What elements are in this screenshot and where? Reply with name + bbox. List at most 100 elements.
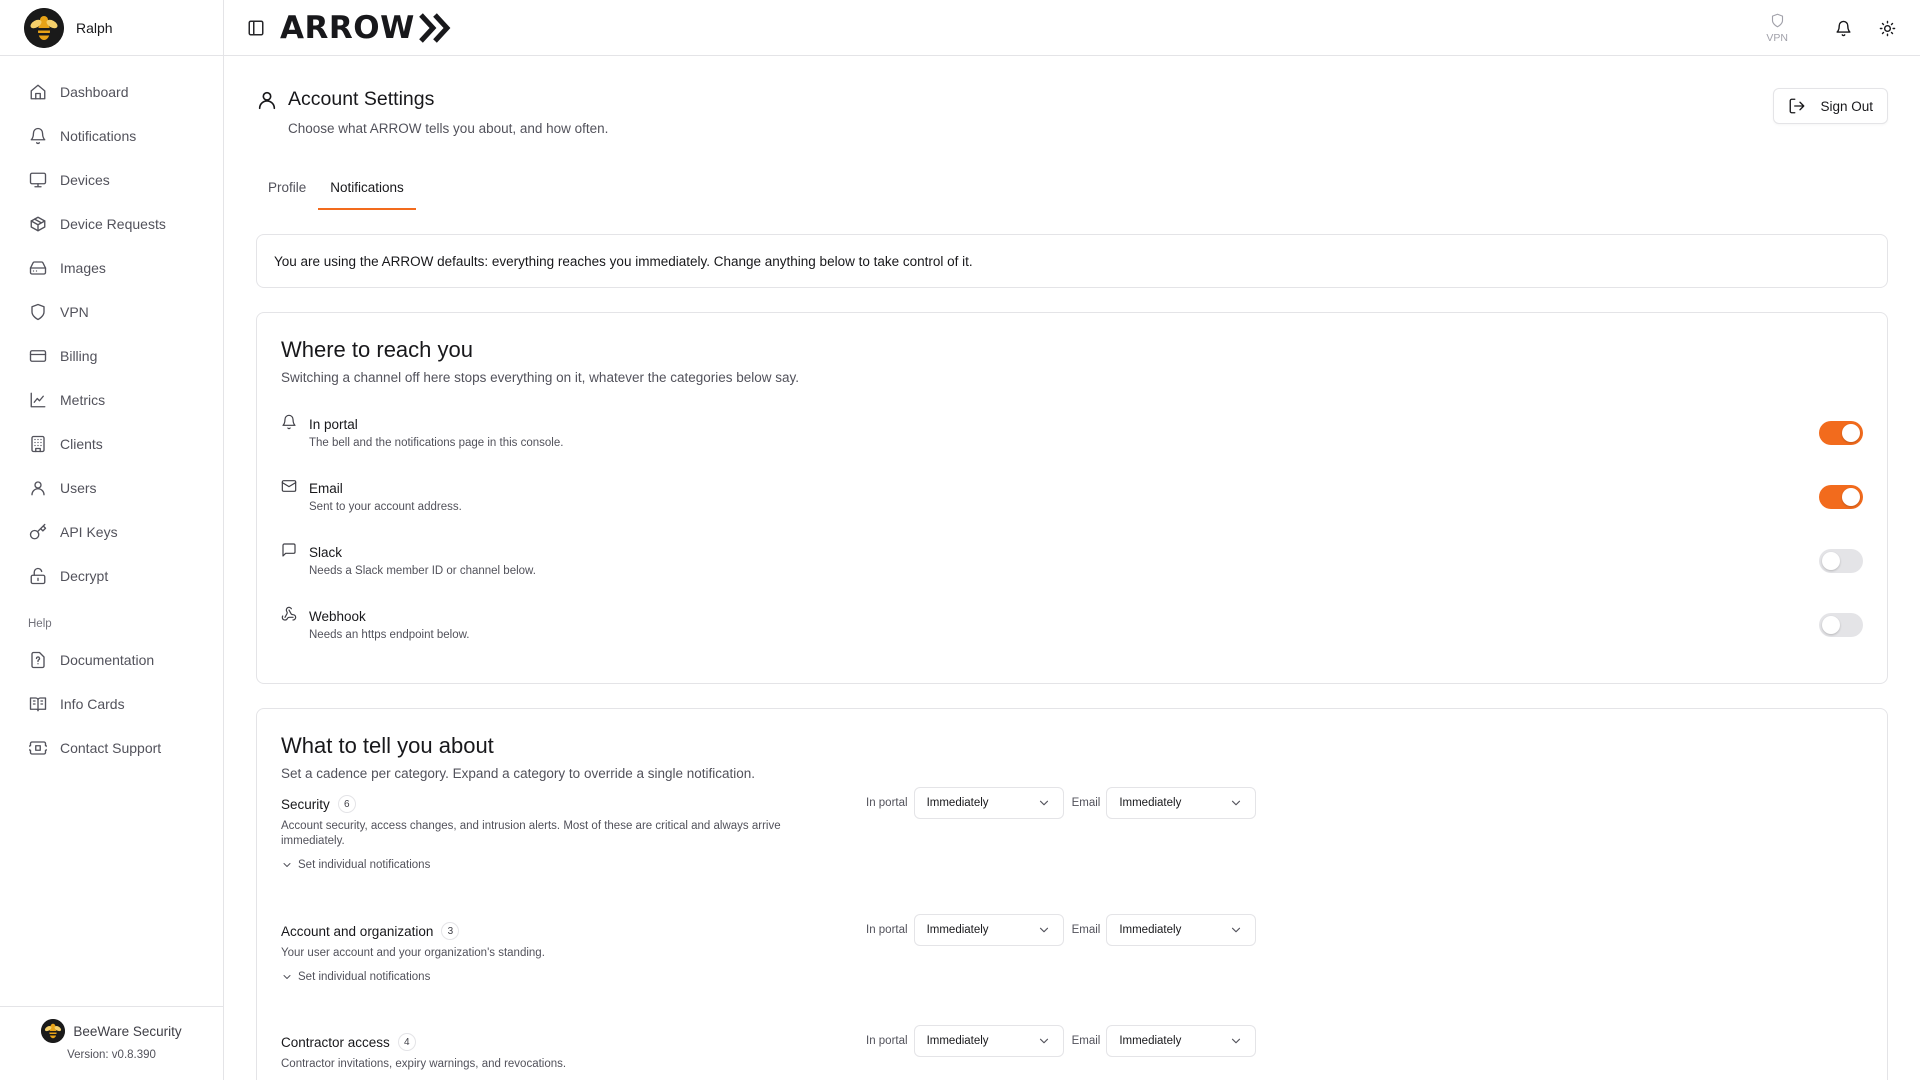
sidebar-item-documentation[interactable]: Documentation (0, 638, 223, 682)
sidebar-item-decrypt[interactable]: Decrypt (0, 554, 223, 598)
chevron-down-icon (1037, 796, 1051, 810)
chevron-down-icon (1037, 923, 1051, 937)
sign-out-label: Sign Out (1820, 98, 1873, 114)
sidebar-item-label: Images (60, 260, 106, 276)
channel-name: In portal (309, 417, 358, 432)
slack-toggle[interactable] (1819, 549, 1863, 573)
vpn-status[interactable]: VPN (1766, 13, 1788, 44)
webhook-toggle[interactable] (1819, 613, 1863, 637)
ticket-icon (28, 738, 48, 758)
sidebar-item-devices[interactable]: Devices (0, 158, 223, 202)
credit-card-icon (28, 346, 48, 366)
portal-label: In portal (866, 1035, 908, 1047)
bell-icon (28, 126, 48, 146)
sidebar-item-clients[interactable]: Clients (0, 422, 223, 466)
bell-icon (281, 414, 299, 432)
sidebar-item-label: Device Requests (60, 216, 166, 232)
portal-cadence-select[interactable]: Immediately (913, 1025, 1064, 1057)
sidebar-item-dashboard[interactable]: Dashboard (0, 70, 223, 114)
select-value: Immediately (926, 797, 989, 809)
sidebar-item-billing[interactable]: Billing (0, 334, 223, 378)
channel-in-portal: In portal The bell and the notifications… (281, 413, 1863, 477)
sign-out-button[interactable]: Sign Out (1773, 88, 1888, 124)
sidebar-item-metrics[interactable]: Metrics (0, 378, 223, 422)
sidebar-item-label: Dashboard (60, 84, 129, 100)
org-row: BeeWare Security (0, 1019, 223, 1043)
toggle-knob (1842, 424, 1860, 442)
chevron-down-icon (1229, 923, 1243, 937)
select-value: Immediately (926, 1035, 989, 1047)
chevron-down-icon (1037, 1034, 1051, 1048)
channel-slack: Slack Needs a Slack member ID or channel… (281, 541, 1863, 605)
categories-card: What to tell you about Set a cadence per… (256, 708, 1888, 1080)
sidebar-item-info-cards[interactable]: Info Cards (0, 682, 223, 726)
count-badge: 6 (337, 795, 356, 813)
toggle-knob (1822, 616, 1840, 634)
sidebar-item-label: Billing (60, 348, 98, 364)
sidebar-item-label: VPN (60, 304, 89, 320)
home-icon (28, 82, 48, 102)
sidebar-item-api-keys[interactable]: API Keys (0, 510, 223, 554)
email-cadence-select[interactable]: Immediately (1106, 914, 1257, 946)
sidebar-footer: BeeWare Security Version: v0.8.390 (0, 1006, 223, 1080)
brand-logo[interactable]: ARROW (280, 10, 453, 46)
sidebar-item-notifications[interactable]: Notifications (0, 114, 223, 158)
email-cadence-select[interactable]: Immediately (1106, 787, 1257, 819)
set-individual-notifications-toggle[interactable]: Set individual notifications (281, 859, 821, 871)
sidebar-toggle-icon[interactable] (246, 18, 266, 38)
channel-desc: Sent to your account address. (309, 501, 462, 513)
sidebar: Ralph Dashboard Notifications Devices De… (0, 0, 224, 1080)
settings-tabs: Profile Notifications (256, 164, 1888, 210)
channels-card-title: Where to reach you (281, 337, 473, 362)
brand-name: ARROW (280, 9, 415, 46)
channel-desc: Needs a Slack member ID or channel below… (309, 565, 536, 577)
mail-icon (281, 478, 299, 496)
email-cadence-select[interactable]: Immediately (1106, 1025, 1257, 1057)
user-name: Ralph (76, 19, 113, 36)
channel-desc: Needs an https endpoint below. (309, 629, 470, 641)
category-list: Security 6 Account security, access chan… (281, 787, 1863, 1080)
portal-cadence-select[interactable]: Immediately (913, 914, 1064, 946)
select-value: Immediately (1119, 1035, 1182, 1047)
page-title: Account Settings (288, 88, 435, 110)
sidebar-item-device-requests[interactable]: Device Requests (0, 202, 223, 246)
theme-sun-icon[interactable] (1876, 17, 1898, 39)
notifications-bell-icon[interactable] (1832, 17, 1854, 39)
page-header: Account Settings Choose what ARROW tells… (256, 56, 1888, 148)
sidebar-item-label: Clients (60, 436, 103, 452)
expand-label: Set individual notifications (298, 971, 431, 983)
channel-name: Email (309, 481, 343, 496)
set-individual-notifications-toggle[interactable]: Set individual notifications (281, 971, 821, 983)
sidebar-item-label: Contact Support (60, 740, 162, 756)
toggle-knob (1842, 488, 1860, 506)
category-desc: Your user account and your organization'… (281, 947, 545, 959)
sidebar-item-images[interactable]: Images (0, 246, 223, 290)
category-cadence-controls: In portal Immediately Email Immediately (866, 1025, 1257, 1057)
channels-card-subtitle: Switching a channel off here stops every… (281, 370, 800, 385)
category-name: Security (281, 796, 330, 812)
hard-drive-icon (28, 258, 48, 278)
email-toggle[interactable] (1819, 485, 1863, 509)
org-logo (41, 1019, 66, 1043)
sidebar-item-label: API Keys (60, 524, 118, 540)
sidebar-item-vpn[interactable]: VPN (0, 290, 223, 334)
portal-label: In portal (866, 797, 908, 809)
expand-label: Set individual notifications (298, 859, 431, 871)
sidebar-nav: Dashboard Notifications Devices Device R… (0, 56, 223, 770)
book-icon (28, 694, 48, 714)
user-block[interactable]: Ralph (0, 0, 223, 56)
category-account-and-organization: Account and organization 3 Your user acc… (281, 914, 1863, 1033)
sidebar-item-label: Info Cards (60, 696, 125, 712)
sidebar-item-label: Devices (60, 172, 110, 188)
user-icon (28, 478, 48, 498)
portal-cadence-select[interactable]: Immediately (913, 787, 1064, 819)
channel-list: In portal The bell and the notifications… (281, 413, 1863, 669)
category-name: Contractor access (281, 1034, 390, 1050)
sidebar-item-contact-support[interactable]: Contact Support (0, 726, 223, 770)
page-title-row: Account Settings (256, 88, 434, 111)
in-portal-toggle[interactable] (1819, 421, 1863, 445)
log-out-icon (1788, 97, 1806, 115)
tab-profile[interactable]: Profile (256, 164, 318, 210)
tab-notifications[interactable]: Notifications (318, 164, 416, 210)
sidebar-item-users[interactable]: Users (0, 466, 223, 510)
